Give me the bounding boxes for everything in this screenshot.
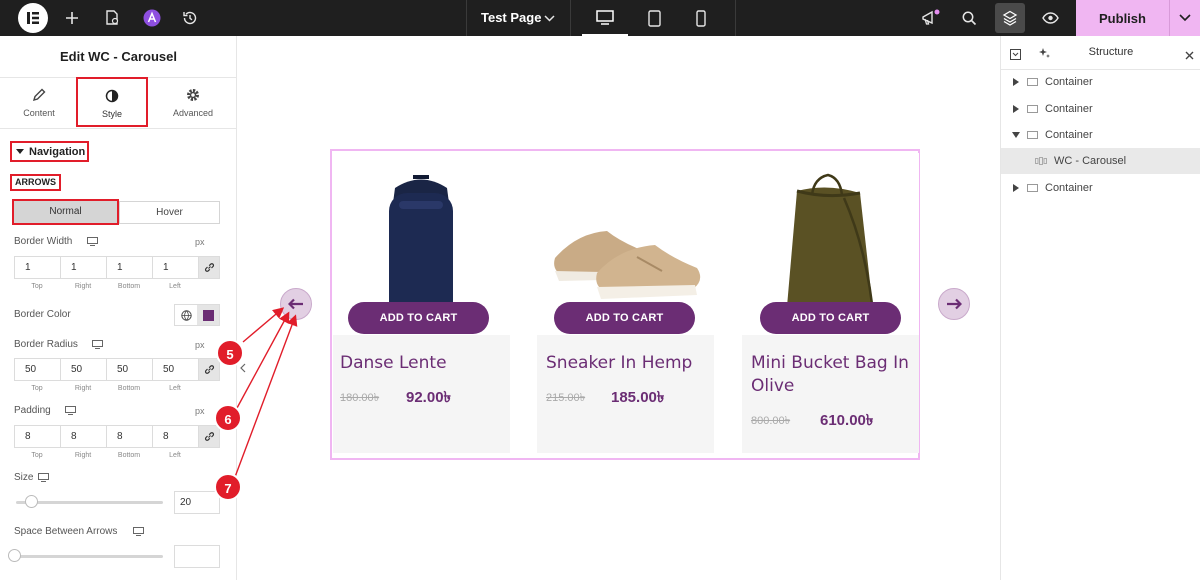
- ai-sparkle-icon[interactable]: [1038, 46, 1050, 64]
- caret-right-icon: [1013, 78, 1019, 86]
- structure-item-container[interactable]: Container: [1001, 96, 1200, 122]
- structure-item-container[interactable]: Container: [1001, 122, 1200, 148]
- structure-title: Structure: [1088, 46, 1134, 58]
- collapse-all-icon[interactable]: [1010, 47, 1021, 65]
- container-icon: [1027, 131, 1038, 139]
- caret-right-icon: [1013, 105, 1019, 113]
- container-icon: [1027, 105, 1038, 113]
- caret-right-icon: [1013, 184, 1019, 192]
- callout-badge-5: 5: [216, 339, 244, 367]
- container-icon: [1027, 184, 1038, 192]
- structure-header: Structure: [1001, 36, 1200, 70]
- container-icon: [1027, 78, 1038, 86]
- callout-badge-6: 6: [214, 404, 242, 432]
- callout-badge-7: 7: [214, 473, 242, 501]
- close-icon[interactable]: [1185, 47, 1194, 65]
- carousel-widget-icon: [1035, 157, 1047, 165]
- structure-item-container[interactable]: Container: [1001, 175, 1200, 201]
- caret-down-icon: [1012, 132, 1020, 138]
- structure-item-container[interactable]: Container: [1001, 69, 1200, 95]
- structure-item-wc-carousel[interactable]: WC - Carousel: [1001, 148, 1200, 174]
- structure-panel: Structure Container Container Container …: [1000, 36, 1200, 580]
